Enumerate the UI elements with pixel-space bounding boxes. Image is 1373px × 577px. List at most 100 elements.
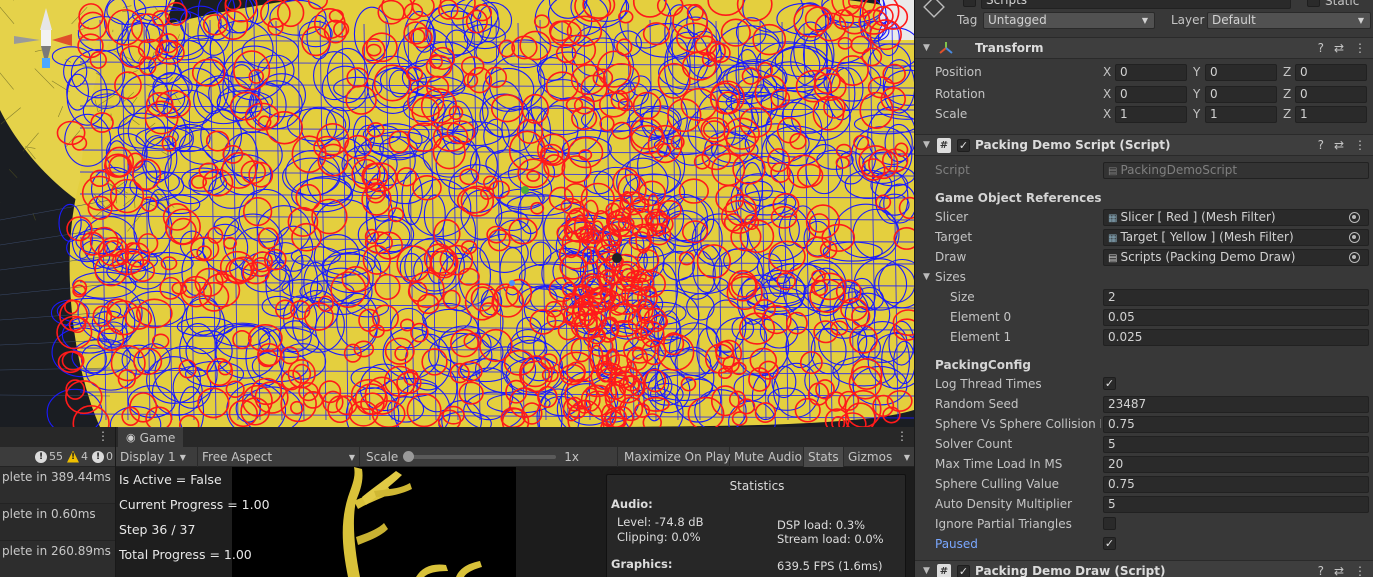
help-icon[interactable]: ?: [1318, 564, 1324, 577]
gizmo-center: [41, 30, 51, 46]
scale-y-field[interactable]: 1: [1205, 106, 1277, 123]
scale-control: Scale 1x: [362, 447, 618, 467]
packing-script-header[interactable]: ▼ # ✓ Packing Demo Script (Script) ? ⇄ ⋮: [915, 134, 1373, 156]
rotation-axis-label[interactable]: Y: [1193, 87, 1200, 101]
object-picker-icon[interactable]: [1349, 252, 1360, 263]
scale-axis-label[interactable]: X: [1103, 107, 1111, 121]
game-menu-icon[interactable]: ⋮: [896, 429, 908, 443]
density-field[interactable]: 5: [1103, 496, 1369, 513]
script-label: Script: [935, 163, 970, 177]
draw-enabled-checkbox[interactable]: ✓: [957, 565, 970, 577]
foldout-arrow-icon[interactable]: ▼: [923, 566, 930, 576]
maximize-on-play-toggle[interactable]: Maximize On Play: [620, 447, 731, 467]
rotation-axis-label[interactable]: Z: [1283, 87, 1291, 101]
element1-field[interactable]: 0.025: [1103, 329, 1369, 346]
gizmos-dropdown[interactable]: Gizmos ▼: [844, 447, 914, 467]
culling-field[interactable]: 0.75: [1103, 476, 1369, 493]
console-log-entry[interactable]: plete in 0.60ms: [0, 504, 115, 541]
orientation-gizmo[interactable]: [0, 0, 90, 80]
culling-label: Sphere Culling Value: [935, 477, 1060, 491]
tab-game[interactable]: ◉ Game: [118, 427, 184, 447]
preset-icon[interactable]: ⇄: [1334, 138, 1344, 152]
mute-audio-toggle[interactable]: Mute Audio: [730, 447, 804, 467]
target-value: Target [ Yellow ] (Mesh Filter): [1120, 230, 1294, 244]
object-name-field[interactable]: Scripts: [981, 0, 1291, 9]
error-count: 0: [106, 450, 113, 463]
info-count-toggle[interactable]: ! 55: [35, 450, 63, 463]
warning-count-toggle[interactable]: ! 4: [67, 450, 88, 463]
static-checkbox[interactable]: [1307, 0, 1320, 7]
random-seed-field[interactable]: 23487: [1103, 396, 1369, 413]
position-z-field[interactable]: 0: [1295, 64, 1367, 81]
script-enabled-checkbox[interactable]: ✓: [957, 139, 970, 152]
random-seed-row: Random Seed 23487: [915, 394, 1373, 414]
paused-label: Paused: [935, 537, 978, 551]
packing-draw-header[interactable]: ▼ # ✓ Packing Demo Draw (Script) ? ⇄ ⋮: [915, 560, 1373, 577]
component-menu-icon[interactable]: ⋮: [1354, 138, 1366, 152]
display-dropdown[interactable]: Display 1 ▼: [116, 447, 198, 467]
layer-dropdown[interactable]: Default ▼: [1207, 12, 1371, 29]
scale-z-field[interactable]: 1: [1295, 106, 1367, 123]
foldout-arrow-icon[interactable]: ▼: [923, 140, 930, 150]
scale-axis-label[interactable]: Y: [1193, 107, 1200, 121]
console-log-list: plete in 389.44ms plete in 0.60ms plete …: [0, 467, 115, 577]
position-axis-label[interactable]: Z: [1283, 65, 1291, 79]
game-panel: ◉ Game ⋮ Display 1 ▼ Free Aspect ▼ Scale 1…: [116, 427, 914, 577]
scene-view[interactable]: [0, 0, 914, 427]
console-menu-icon[interactable]: ⋮: [97, 429, 109, 443]
target-object-field[interactable]: ▦ Target [ Yellow ] (Mesh Filter): [1103, 229, 1369, 246]
maximize-label: Maximize On Play: [624, 450, 731, 464]
game-canvas[interactable]: Is Active = False Current Progress = 1.0…: [116, 467, 914, 577]
console-log-entry[interactable]: plete in 389.44ms: [0, 467, 115, 504]
ignore-partial-checkbox[interactable]: [1103, 517, 1116, 530]
paused-checkbox[interactable]: ✓: [1103, 537, 1116, 550]
mesh-filter-icon: ▦: [1108, 233, 1118, 244]
component-header-icons: ? ⇄ ⋮: [1318, 564, 1366, 577]
rotation-z-field[interactable]: 0: [1295, 86, 1367, 103]
stats-toggle[interactable]: Stats: [804, 447, 844, 467]
object-picker-icon[interactable]: [1349, 212, 1360, 223]
max-time-field[interactable]: 20: [1103, 456, 1369, 473]
aspect-dropdown[interactable]: Free Aspect ▼: [198, 447, 360, 467]
rotation-x-field[interactable]: 0: [1115, 86, 1187, 103]
active-checkbox[interactable]: [963, 0, 976, 7]
position-axis-label[interactable]: Y: [1193, 65, 1200, 79]
gui-step: Step 36 / 37: [119, 522, 196, 537]
draw-object-field[interactable]: ▤ Scripts (Packing Demo Draw): [1103, 249, 1369, 266]
component-menu-icon[interactable]: ⋮: [1354, 564, 1366, 577]
rotation-y-field[interactable]: 0: [1205, 86, 1277, 103]
position-y-field[interactable]: 0: [1205, 64, 1277, 81]
log-thread-checkbox[interactable]: ✓: [1103, 377, 1116, 390]
foldout-arrow-icon[interactable]: ▼: [923, 43, 930, 53]
error-count-toggle[interactable]: ! 0: [92, 450, 113, 463]
sizes-row[interactable]: ▼ Sizes: [915, 267, 1373, 287]
tag-dropdown[interactable]: Untagged ▼: [983, 12, 1155, 29]
object-picker-icon[interactable]: [1349, 232, 1360, 243]
preset-icon[interactable]: ⇄: [1334, 41, 1344, 55]
help-icon[interactable]: ?: [1318, 41, 1324, 55]
preset-icon[interactable]: ⇄: [1334, 564, 1344, 577]
transform-header[interactable]: ▼ Transform ? ⇄ ⋮: [915, 37, 1373, 59]
scale-slider[interactable]: [403, 451, 557, 462]
collision-field[interactable]: 0.75: [1103, 416, 1369, 433]
foldout-arrow-icon[interactable]: ▼: [923, 272, 930, 282]
scale-axis-label[interactable]: Z: [1283, 107, 1291, 121]
element0-field[interactable]: 0.05: [1103, 309, 1369, 326]
rotation-axis-label[interactable]: X: [1103, 87, 1111, 101]
script-field: ▤ PackingDemoScript: [1103, 162, 1369, 179]
position-x-field[interactable]: 0: [1115, 64, 1187, 81]
slicer-object-field[interactable]: ▦ Slicer [ Red ] (Mesh Filter): [1103, 209, 1369, 226]
element0-row: Element 0 0.05: [915, 307, 1373, 327]
scale-slider-handle[interactable]: [403, 451, 415, 462]
inspector-panel: Scripts Static Tag Untagged ▼ Layer Defau…: [914, 0, 1373, 577]
size-row: Size 2: [915, 287, 1373, 307]
object-header: Scripts Static: [915, 0, 1373, 18]
solver-field[interactable]: 5: [1103, 436, 1369, 453]
scale-x-field[interactable]: 1: [1115, 106, 1187, 123]
component-menu-icon[interactable]: ⋮: [1354, 41, 1366, 55]
console-log-entry[interactable]: plete in 260.89ms: [0, 541, 115, 577]
draw-label: Draw: [935, 250, 967, 264]
size-field[interactable]: 2: [1103, 289, 1369, 306]
position-axis-label[interactable]: X: [1103, 65, 1111, 79]
help-icon[interactable]: ?: [1318, 138, 1324, 152]
